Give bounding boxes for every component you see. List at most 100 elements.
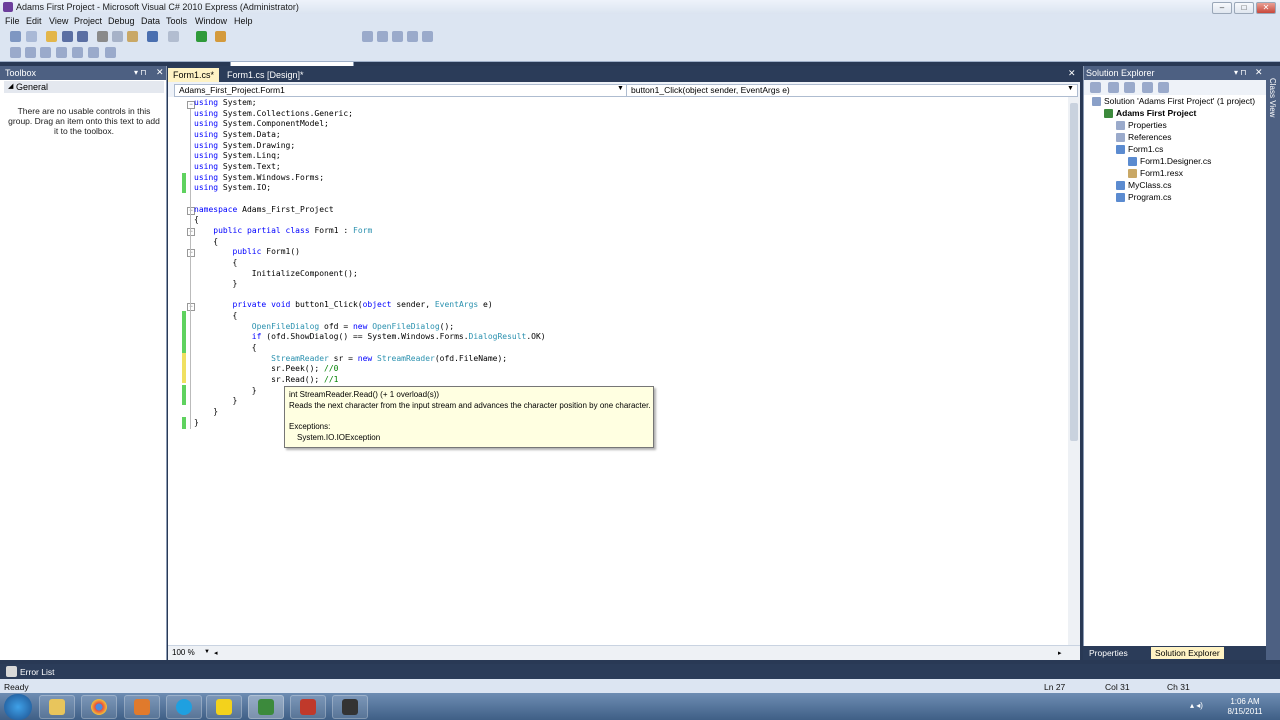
tree-item[interactable]: References bbox=[1116, 132, 1171, 143]
indent-icon[interactable] bbox=[88, 47, 99, 58]
code-line[interactable]: using System.Collections.Generic; bbox=[194, 109, 546, 120]
code-line[interactable]: { bbox=[194, 343, 546, 354]
copy-icon[interactable] bbox=[112, 31, 123, 42]
code-line[interactable]: using System; bbox=[194, 98, 546, 109]
toolbox-group-general[interactable]: ◢ General bbox=[4, 81, 164, 93]
code-line[interactable] bbox=[194, 290, 546, 301]
code-line[interactable]: using System.Data; bbox=[194, 130, 546, 141]
find-icon[interactable] bbox=[215, 31, 226, 42]
chevron-down-icon[interactable]: ▼ bbox=[204, 649, 210, 655]
taskbar-app[interactable] bbox=[124, 695, 160, 719]
menu-tools[interactable]: Tools bbox=[166, 16, 187, 26]
redo-icon[interactable] bbox=[168, 31, 179, 42]
save-all-icon[interactable] bbox=[77, 31, 88, 42]
tree-item[interactable]: Solution 'Adams First Project' (1 projec… bbox=[1092, 96, 1255, 107]
scroll-left-icon[interactable]: ◂ bbox=[214, 649, 218, 657]
tree-item[interactable]: MyClass.cs bbox=[1116, 180, 1171, 191]
error-list-tab[interactable]: Error List bbox=[20, 667, 54, 677]
menu-data[interactable]: Data bbox=[141, 16, 160, 26]
close-icon[interactable]: ✕ bbox=[156, 67, 164, 78]
menu-debug[interactable]: Debug bbox=[108, 16, 135, 26]
tab-properties[interactable]: Properties bbox=[1089, 648, 1128, 658]
code-editor[interactable]: − − − − − using System;using System.Coll… bbox=[168, 97, 1080, 645]
system-clock[interactable]: 1:06 AM 8/15/2011 bbox=[1220, 697, 1270, 717]
cut-icon[interactable] bbox=[97, 31, 108, 42]
tree-item[interactable]: Adams First Project bbox=[1104, 108, 1196, 119]
outdent-icon[interactable] bbox=[72, 47, 83, 58]
new-project-icon[interactable] bbox=[10, 31, 21, 42]
code-line[interactable] bbox=[194, 194, 546, 205]
code-line[interactable]: using System.Linq; bbox=[194, 151, 546, 162]
zoom-level[interactable]: 100 % bbox=[172, 648, 195, 657]
code-line[interactable]: { bbox=[194, 311, 546, 322]
scroll-right-icon[interactable]: ▸ bbox=[1058, 649, 1062, 657]
object-browser-icon[interactable] bbox=[392, 31, 403, 42]
menu-edit[interactable]: Edit bbox=[26, 16, 42, 26]
code-line[interactable]: { bbox=[194, 258, 546, 269]
code-line[interactable]: using System.IO; bbox=[194, 183, 546, 194]
taskbar-explorer[interactable] bbox=[39, 695, 75, 719]
extension-icon[interactable] bbox=[422, 31, 433, 42]
tab-form1-cs[interactable]: Form1.cs* bbox=[168, 68, 220, 82]
scroll-thumb[interactable] bbox=[1070, 103, 1078, 441]
add-item-icon[interactable] bbox=[26, 31, 37, 42]
member-dropdown[interactable]: button1_Click(object sender, EventArgs e… bbox=[626, 84, 1078, 97]
close-tab-icon[interactable]: ✕ bbox=[1068, 68, 1076, 79]
tree-item[interactable]: Form1.resx bbox=[1128, 168, 1183, 179]
comment-icon[interactable] bbox=[105, 47, 116, 58]
paste-icon[interactable] bbox=[127, 31, 138, 42]
toolbox-icon[interactable] bbox=[407, 31, 418, 42]
taskbar-media[interactable] bbox=[290, 695, 326, 719]
refresh-icon[interactable] bbox=[1124, 82, 1135, 93]
word-complete-icon[interactable] bbox=[56, 47, 67, 58]
code-line[interactable]: OpenFileDialog ofd = new OpenFileDialog(… bbox=[194, 322, 546, 333]
code-line[interactable]: StreamReader sr = new StreamReader(ofd.F… bbox=[194, 354, 546, 365]
view-code-icon[interactable] bbox=[1142, 82, 1153, 93]
open-file-icon[interactable] bbox=[46, 31, 57, 42]
code-line[interactable]: if (ofd.ShowDialog() == System.Windows.F… bbox=[194, 332, 546, 343]
menu-window[interactable]: Window bbox=[195, 16, 227, 26]
quick-info-icon[interactable] bbox=[40, 47, 51, 58]
horizontal-scrollbar[interactable]: 100 % ▼ ◂ ▸ bbox=[168, 645, 1080, 660]
taskbar-tool[interactable] bbox=[332, 695, 368, 719]
properties-icon[interactable] bbox=[377, 31, 388, 42]
taskbar-skype[interactable] bbox=[166, 695, 202, 719]
code-line[interactable]: { bbox=[194, 215, 546, 226]
code-line[interactable]: public Form1() bbox=[194, 247, 546, 258]
code-line[interactable]: sr.Peek(); //0 bbox=[194, 364, 546, 375]
taskbar-chrome[interactable] bbox=[81, 695, 117, 719]
pin-icon[interactable]: ▾ ⊓ bbox=[1234, 68, 1246, 77]
view-designer-icon[interactable] bbox=[1158, 82, 1169, 93]
solution-explorer-icon[interactable] bbox=[362, 31, 373, 42]
tree-item[interactable]: Form1.Designer.cs bbox=[1128, 156, 1211, 167]
code-line[interactable]: private void button1_Click(object sender… bbox=[194, 300, 546, 311]
code-line[interactable]: } bbox=[194, 279, 546, 290]
save-icon[interactable] bbox=[62, 31, 73, 42]
close-icon[interactable]: ✕ bbox=[1255, 67, 1263, 78]
parameter-info-icon[interactable] bbox=[25, 47, 36, 58]
tree-item[interactable]: Program.cs bbox=[1116, 192, 1171, 203]
code-line[interactable]: using System.Text; bbox=[194, 162, 546, 173]
tree-item[interactable]: Properties bbox=[1116, 120, 1167, 131]
menu-project[interactable]: Project bbox=[74, 16, 102, 26]
code-line[interactable]: InitializeComponent(); bbox=[194, 269, 546, 280]
code-text[interactable]: using System; using System.Collections.Ge… bbox=[194, 98, 546, 428]
vertical-scrollbar[interactable] bbox=[1068, 97, 1080, 645]
code-line[interactable]: public partial class Form1 : Form bbox=[194, 226, 546, 237]
class-dropdown[interactable]: Adams_First_Project.Form1 bbox=[174, 84, 630, 97]
tray-icons[interactable]: ▴ ◂) bbox=[1190, 701, 1203, 710]
maximize-button[interactable]: □ bbox=[1234, 2, 1254, 14]
menu-view[interactable]: View bbox=[49, 16, 68, 26]
tree-item[interactable]: Form1.cs bbox=[1116, 144, 1163, 155]
properties-icon[interactable] bbox=[1090, 82, 1101, 93]
code-line[interactable]: using System.Windows.Forms; bbox=[194, 173, 546, 184]
menu-file[interactable]: File bbox=[5, 16, 20, 26]
code-line[interactable]: namespace Adams_First_Project bbox=[194, 205, 546, 216]
start-button[interactable] bbox=[4, 694, 32, 720]
code-line[interactable]: using System.Drawing; bbox=[194, 141, 546, 152]
show-all-files-icon[interactable] bbox=[1108, 82, 1119, 93]
menu-help[interactable]: Help bbox=[234, 16, 253, 26]
code-line[interactable]: using System.ComponentModel; bbox=[194, 119, 546, 130]
pin-icon[interactable]: ▾ ⊓ bbox=[134, 68, 146, 77]
minimize-button[interactable]: – bbox=[1212, 2, 1232, 14]
